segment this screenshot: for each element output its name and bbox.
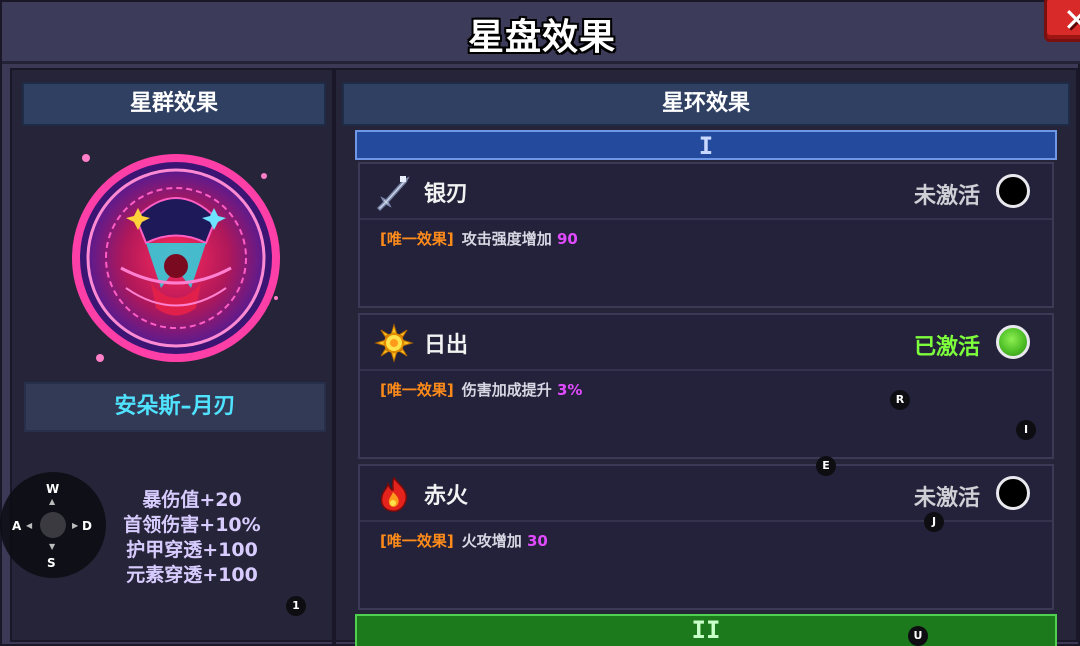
tier-header-2[interactable]: II (355, 614, 1057, 646)
effect-text: 伤害加成提升 (461, 381, 552, 399)
effect-text: 火攻增加 (461, 532, 522, 550)
effect-card-header: 银刃 未激活 (360, 164, 1052, 220)
fire-icon (380, 476, 408, 512)
key-hint-u: U (908, 626, 928, 646)
constellation-name: 安朵斯–月刃 (24, 382, 326, 432)
effect-description: [唯一效果] 火攻增加 30 (380, 530, 548, 551)
constellation-stats: 暴伤值+20 首领伤害+10% 护甲穿透+100 元素穿透+100 (112, 488, 272, 588)
stat-line: 暴伤值+20 (142, 489, 242, 511)
key-hint-i: I (1016, 420, 1036, 440)
effect-card[interactable]: 赤火 未激活 [唯一效果] 火攻增加 30 (358, 464, 1054, 610)
effect-value: 30 (526, 532, 548, 550)
panel-divider (332, 70, 336, 644)
effect-card-header: 日出 已激活 (360, 315, 1052, 371)
effect-value: 3% (556, 381, 583, 399)
key-hint-e: E (816, 456, 836, 476)
joystick-key-down: S (47, 556, 56, 570)
close-icon: ✕ (1063, 1, 1080, 39)
effect-text: 攻击强度增加 (461, 230, 552, 248)
arrow-right-icon: ▶ (72, 521, 79, 530)
stat-line: 首领伤害+10% (123, 514, 261, 536)
effect-name: 赤火 (424, 484, 469, 509)
effect-status: 未激活 (913, 486, 980, 511)
joystick-knob[interactable] (40, 512, 66, 538)
effect-tag: [唯一效果] (380, 230, 454, 248)
effect-status: 已激活 (913, 335, 980, 360)
effect-description: [唯一效果] 伤害加成提升 3% (380, 379, 582, 400)
effect-name: 日出 (424, 333, 469, 358)
constellation-header: 星群效果 (22, 82, 326, 126)
status-indicator-icon (996, 325, 1030, 359)
star-ring-header: 星环效果 (342, 82, 1070, 126)
arrow-down-icon: ▼ (49, 542, 56, 551)
arrow-left-icon: ◀ (26, 521, 33, 530)
joystick-key-left: A (12, 519, 22, 533)
dialog-title: 星盘效果 (467, 17, 616, 58)
constellation-emblem-icon (72, 154, 280, 362)
content-area: 星群效果 安朵斯–月刃 暴伤值+20 首领伤害+10% 护甲穿透+100 元素穿… (10, 68, 1078, 646)
joystick-key-right: D (82, 519, 92, 533)
effect-name: 银刃 (424, 182, 469, 207)
effect-card-header: 赤火 未激活 (360, 466, 1052, 522)
virtual-joystick[interactable]: W ▲ S ▼ A ◀ D ▶ (0, 472, 106, 578)
tier-header-1[interactable]: I (355, 130, 1057, 160)
stat-line: 护甲穿透+100 (126, 539, 258, 561)
effect-description: [唯一效果] 攻击强度增加 90 (380, 228, 578, 249)
effect-card[interactable]: 日出 已激活 [唯一效果] 伤害加成提升 3% (358, 313, 1054, 459)
effect-tag: [唯一效果] (380, 381, 454, 399)
joystick-key-up: W (46, 482, 60, 496)
status-indicator-icon (996, 174, 1030, 208)
key-hint-j: J (924, 512, 944, 532)
stat-line: 元素穿透+100 (126, 564, 258, 586)
sword-icon (376, 176, 410, 212)
dialog-frame: 星盘效果 ✕ 星群效果 安朵斯–月刃 暴伤值+20 首领伤害+10% 护甲穿透+… (0, 0, 1080, 646)
effect-status: 未激活 (913, 184, 980, 209)
key-hint-r: R (890, 390, 910, 410)
effect-tag: [唯一效果] (380, 532, 454, 550)
sun-icon (374, 323, 414, 363)
title-bar: 星盘效果 (2, 2, 1080, 64)
effect-value: 90 (556, 230, 578, 248)
effect-card[interactable]: 银刃 未激活 [唯一效果] 攻击强度增加 90 (358, 162, 1054, 308)
key-hint-1: 1 (286, 596, 306, 616)
arrow-up-icon: ▲ (49, 497, 56, 506)
close-button[interactable]: ✕ (1044, 0, 1080, 42)
status-indicator-icon (996, 476, 1030, 510)
